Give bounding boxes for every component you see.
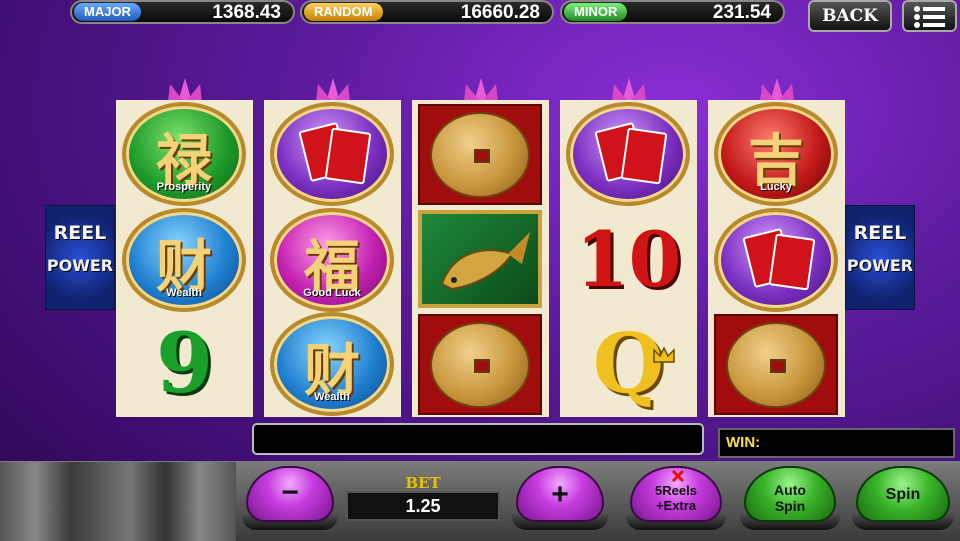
- reel-1-symbol-2: 财 Wealth: [116, 208, 253, 313]
- red-envelopes: [742, 227, 816, 291]
- reel-2-symbol-1: [264, 102, 401, 207]
- reel-power-logo-left: REEL POWER: [45, 205, 115, 310]
- bet-minus-button[interactable]: −: [246, 466, 334, 522]
- reel-3: [412, 100, 549, 417]
- five-reels-label: 5Reels: [655, 483, 697, 498]
- bet-label: BET: [405, 474, 441, 492]
- reel-4-symbol-3: Q: [560, 312, 697, 417]
- reel-1-symbol-3: 9: [116, 312, 253, 417]
- nine-symbol: 9: [155, 316, 214, 412]
- win-label: WIN:: [726, 434, 761, 451]
- red-envelope-icon: [324, 127, 372, 185]
- reel-2-symbol-2: 福 Good Luck: [264, 208, 401, 313]
- wealth-medallion-icon: 财 Wealth: [122, 208, 246, 312]
- red-envelope-icon: [768, 233, 816, 291]
- reel-2-symbol-3: 财 Wealth: [264, 312, 401, 417]
- gold-coin-icon: [714, 314, 838, 415]
- gold-coin-icon: [418, 104, 542, 205]
- random-jackpot-label: RANDOM: [304, 3, 383, 21]
- gold-coin-icon: [418, 314, 542, 415]
- major-jackpot-value: 1368.43: [212, 2, 281, 23]
- reel-3-symbol-3: [412, 312, 549, 417]
- random-jackpot: RANDOM 16660.28: [300, 0, 554, 24]
- red-envelopes: [594, 121, 668, 185]
- queen-symbol: Q: [592, 316, 665, 412]
- crown-icon: [653, 346, 675, 363]
- minus-label: −: [281, 476, 299, 509]
- red-envelope-icon: [714, 208, 838, 312]
- wealth-medallion-icon: 财 Wealth: [270, 312, 394, 416]
- message-bar: [252, 423, 704, 455]
- koi-fish-shape: [440, 232, 530, 291]
- reel-power-line1: REEL: [853, 222, 907, 244]
- good-luck-caption: Good Luck: [303, 287, 361, 299]
- reel-power-line2: POWER: [846, 256, 914, 275]
- lucky-medallion-icon: 吉 Lucky: [714, 102, 838, 206]
- lucky-caption: Lucky: [760, 181, 792, 193]
- red-envelope-icon: [566, 102, 690, 206]
- blurred-area: [0, 462, 236, 541]
- prosperity-medallion-icon: 禄 Prosperity: [122, 102, 246, 206]
- extra-label: +Extra: [655, 498, 697, 513]
- reel-1-symbol-1: 禄 Prosperity: [116, 102, 253, 207]
- good-luck-medallion-icon: 福 Good Luck: [270, 208, 394, 312]
- minor-jackpot-value: 231.54: [712, 2, 771, 23]
- spin-label: Spin: [885, 486, 921, 503]
- major-jackpot: MAJOR 1368.43: [70, 0, 295, 24]
- wealth-caption: Wealth: [166, 287, 202, 299]
- reel-1: 禄 Prosperity 财 Wealth 9: [116, 100, 253, 417]
- reel-4-symbol-2: 10: [560, 208, 697, 313]
- ten-symbol: 10: [575, 215, 682, 304]
- reel-power-line1: REEL: [53, 222, 107, 244]
- back-button[interactable]: BACK: [808, 0, 892, 32]
- reel-5-symbol-2: [708, 208, 845, 313]
- reel-3-symbol-2: [412, 208, 549, 313]
- menu-button[interactable]: [902, 0, 957, 32]
- bet-value: 1.25: [346, 491, 500, 521]
- reel-5-symbol-1: 吉 Lucky: [708, 102, 845, 207]
- reel-4: 10 Q: [560, 100, 697, 417]
- prosperity-caption: Prosperity: [156, 181, 212, 193]
- auto-spin-label-2: Spin: [774, 498, 806, 514]
- red-envelopes: [298, 121, 372, 185]
- bet-plus-button[interactable]: +: [516, 466, 604, 522]
- reel-power-line2: POWER: [46, 256, 114, 275]
- plus-label: +: [551, 478, 569, 511]
- reel-5: 吉 Lucky: [708, 100, 845, 417]
- red-envelope-icon: [270, 102, 394, 206]
- reel-5-symbol-3: [708, 312, 845, 417]
- wealth-caption: Wealth: [314, 391, 350, 403]
- minor-jackpot: MINOR 231.54: [560, 0, 785, 24]
- auto-spin-label-1: Auto: [774, 482, 806, 498]
- random-jackpot-value: 16660.28: [460, 2, 540, 23]
- major-jackpot-label: MAJOR: [74, 3, 141, 21]
- red-envelope-icon: [620, 127, 668, 185]
- koi-fish-icon: [418, 210, 542, 308]
- hamburger-menu-icon: [913, 6, 945, 28]
- reel-2: 福 Good Luck 财 Wealth: [264, 100, 401, 417]
- minor-jackpot-label: MINOR: [564, 3, 628, 21]
- win-display: WIN:: [718, 428, 955, 458]
- reel-power-logo-right: REEL POWER: [845, 205, 915, 310]
- reel-4-symbol-1: [560, 102, 697, 207]
- spin-button[interactable]: Spin: [856, 466, 950, 522]
- close-x-icon: [671, 470, 685, 482]
- reel-3-symbol-1: [412, 102, 549, 207]
